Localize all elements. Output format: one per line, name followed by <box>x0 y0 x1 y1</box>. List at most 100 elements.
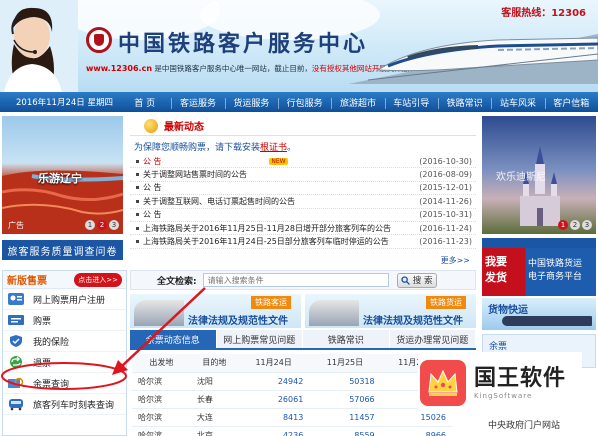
shield-icon <box>7 334 25 348</box>
pager-dot[interactable]: 3 <box>109 220 119 230</box>
railway-logo[interactable] <box>86 27 112 53</box>
freight-train-image <box>502 316 592 326</box>
passenger-law-banner[interactable]: 铁路客运 法律法规及规范性文件 <box>130 294 301 328</box>
search-button[interactable]: 搜 索 <box>396 272 437 288</box>
menu-item-buy-ticket[interactable]: 购票 <box>3 310 126 331</box>
news-item[interactable]: 公 告 NEW (2016-10-30) <box>130 155 476 169</box>
watermark-sub: KingSoftware <box>474 392 533 400</box>
news-item-date: (2016-10-30) <box>419 156 472 166</box>
news-more-link[interactable]: 更多>> <box>441 255 470 266</box>
cell-count[interactable]: 8966 <box>380 426 452 436</box>
pager-dot[interactable]: 2 <box>570 220 580 230</box>
table-row[interactable]: 哈尔滨 北京 4236 8559 8966 <box>132 426 452 436</box>
gov-portal-link[interactable]: 中央政府门户网站 <box>482 412 596 436</box>
ad-line: 中国铁路货运 <box>528 259 583 269</box>
site-url[interactable]: www.12306.cn <box>86 64 152 73</box>
menu-item-label: 退票 <box>33 358 52 369</box>
tab-online-faq[interactable]: 网上购票常见问题 <box>216 330 302 348</box>
menu-item-remaining-tickets[interactable]: 余票查询 <box>3 373 126 394</box>
news-item[interactable]: 关于调整网站售票时间的公告 (2016-08-09) <box>130 168 476 182</box>
nav-travel-market[interactable]: 旅游超市 <box>331 96 384 109</box>
menu-item-label: 购票 <box>33 316 52 327</box>
law-tag: 铁路货运 <box>426 296 466 309</box>
survey-button[interactable]: 旅客服务质量调查问卷 <box>2 240 123 260</box>
cell-count[interactable]: 8559 <box>309 426 381 436</box>
pager-dot[interactable]: 1 <box>85 220 95 230</box>
nav-luggage-service[interactable]: 行包服务 <box>277 96 331 109</box>
nav-railway-knowledge[interactable]: 铁路常识 <box>437 96 491 109</box>
watermark-text: 国王软件 KingSoftware <box>466 366 566 400</box>
cell-count[interactable]: 57066 <box>309 390 381 409</box>
news-item-title[interactable]: 上海铁路局关于2016年11月25日-11月28日增开部分旅客列车的公告 <box>143 223 410 234</box>
ad-platform-text: 中国铁路货运 电子商务平台 <box>528 258 582 284</box>
pager-dot[interactable]: 2 <box>97 220 107 230</box>
cell-count[interactable]: 24942 <box>237 372 310 391</box>
table-row[interactable]: 哈尔滨 长春 26061 57066 57836 <box>132 390 452 409</box>
enter-button[interactable]: 点击进入>> <box>74 272 122 287</box>
bullet-icon <box>136 226 139 230</box>
site-header: 中国铁路客户服务中心 www.12306.cn 是中国铁路客户服务中心唯一网站，… <box>0 0 598 92</box>
ad-line: 我要 <box>485 255 507 268</box>
tab-freight-faq[interactable]: 货运办理常见问题 <box>389 330 475 348</box>
express-freight-ad[interactable]: 货物快运 <box>482 298 596 330</box>
nav-passenger-service[interactable]: 客运服务 <box>171 96 224 109</box>
cell-from: 哈尔滨 <box>132 408 191 427</box>
nav-customer-mailbox[interactable]: 客户信箱 <box>544 96 598 109</box>
cell-count[interactable]: 26061 <box>237 390 310 409</box>
nav-date: 2016年11月24日 星期四 <box>16 98 113 108</box>
news-item[interactable]: 公 告 (2015-12-01) <box>130 182 476 196</box>
table-row[interactable]: 哈尔滨 沈阳 24942 50318 52391 <box>132 372 452 391</box>
news-item[interactable]: 公 告 (2015-10-31) <box>130 209 476 222</box>
cell-count[interactable]: 50318 <box>309 372 381 391</box>
nav-home[interactable]: 首 页 <box>118 96 171 109</box>
ad-line: 电子商务平台 <box>528 272 583 282</box>
menu-item-insurance[interactable]: 我的保险 <box>3 331 126 352</box>
news-item-title[interactable]: 公 告 <box>143 209 410 220</box>
cell-count[interactable]: 8413 <box>237 408 310 427</box>
news-item[interactable]: 关于调整互联网、电话订票起售时间的公告 (2014-11-26) <box>130 195 476 209</box>
table-row[interactable]: 哈尔滨 大连 8413 11457 15026 <box>132 408 452 427</box>
law-text: 法律法规及规范性文件 <box>363 316 463 327</box>
law-text: 法律法规及规范性文件 <box>188 316 288 327</box>
ticket-menu-header: 新版售票 点击进入>> <box>3 271 126 289</box>
root-cert-link[interactable]: 根证书 <box>260 143 287 153</box>
menu-item-register[interactable]: 网上购票用户注册 <box>3 289 126 310</box>
cell-count[interactable]: 4236 <box>237 426 310 436</box>
news-item-title[interactable]: 公 告 <box>143 156 265 167</box>
right-ad-banner[interactable]: 欢乐迪斯尼 1 2 3 <box>482 116 596 234</box>
cell-count[interactable]: 11457 <box>309 408 381 427</box>
cell-to: 沈阳 <box>190 372 238 391</box>
bullet-icon <box>136 186 139 190</box>
nav-station-guide[interactable]: 车站引导 <box>384 96 438 109</box>
search-input[interactable] <box>202 273 389 287</box>
nav-freight-service[interactable]: 货运服务 <box>224 96 278 109</box>
col-header: 出发地 <box>132 354 191 373</box>
tab-remaining-tickets[interactable]: 余票动态信息 <box>130 330 216 348</box>
left-ad-banner[interactable]: 乐游辽宁 广告 1 2 3 <box>2 116 123 234</box>
menu-item-timetable[interactable]: 旅客列车时刻表查询 <box>3 394 126 415</box>
col-header: 11月24日 <box>237 354 310 373</box>
cell-from: 哈尔滨 <box>132 426 191 436</box>
bullet-icon <box>136 173 139 177</box>
news-item-title[interactable]: 关于调整网站售票时间的公告 <box>143 169 410 180</box>
news-item[interactable]: 上海铁路局关于2016年11月25日-11月28日增开部分旅客列车的公告 (201… <box>130 222 476 236</box>
news-item-date: (2015-12-01) <box>419 183 472 193</box>
tab-railway-knowledge[interactable]: 铁路常识 <box>303 330 389 348</box>
ticket-menu-title: 新版售票 <box>7 276 47 287</box>
castle-image <box>520 146 560 226</box>
notice-suffix: 。 <box>287 143 297 153</box>
pager-dot[interactable]: 1 <box>558 220 568 230</box>
news-item[interactable]: 上海铁路局关于2016年11月24日-25日部分旅客列车临时停运的公告 (2016… <box>130 235 476 249</box>
crown-icon <box>420 360 466 406</box>
news-item-title[interactable]: 公 告 <box>143 182 410 193</box>
search-button-label: 搜 索 <box>412 276 433 286</box>
pager-dot[interactable]: 3 <box>582 220 592 230</box>
menu-item-refund[interactable]: 退票 <box>3 352 126 373</box>
cell-from: 哈尔滨 <box>132 390 191 409</box>
freight-ecommerce-ad[interactable]: 我要 发货 中国铁路货运 电子商务平台 <box>482 248 596 296</box>
news-item-title[interactable]: 关于调整互联网、电话订票起售时间的公告 <box>143 196 410 207</box>
refund-icon <box>7 355 25 369</box>
freight-law-banner[interactable]: 铁路货运 法律法规及规范性文件 <box>305 294 476 328</box>
news-item-title[interactable]: 上海铁路局关于2016年11月24日-25日部分旅客列车临时停运的公告 <box>143 236 410 247</box>
nav-station-showcase[interactable]: 站车风采 <box>491 96 544 109</box>
